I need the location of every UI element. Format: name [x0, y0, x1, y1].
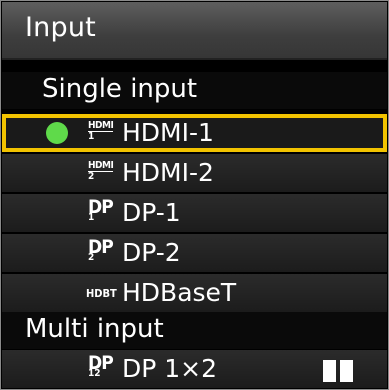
section-single-input: Single input [2, 72, 387, 109]
active-indicator-icon [46, 122, 68, 144]
input-label: DP 1×2 [122, 354, 218, 383]
input-item-hdbaset[interactable]: HDBT HDBaseT [2, 274, 387, 312]
input-label: HDMI-2 [122, 158, 214, 187]
input-item-hdmi-1[interactable]: HDMI 1 HDMI-1 [2, 114, 387, 152]
section-label: Multi input [25, 314, 164, 344]
input-label: HDMI-1 [122, 118, 214, 147]
input-item-hdmi-2[interactable]: HDMI 2 HDMI-2 [2, 154, 387, 192]
input-label: HDBaseT [122, 278, 237, 307]
hdbt-icon: HDBT [86, 287, 117, 300]
input-item-dp-1x2[interactable]: DP 12 DP 1×2 [2, 350, 387, 388]
input-menu: Input Single input HDMI 1 HDMI-1 HDMI 2 HD… [0, 0, 389, 390]
menu-title: Input [25, 12, 96, 43]
input-label: DP-1 [122, 198, 181, 227]
menu-title-bar: Input [2, 2, 387, 60]
section-multi-input: Multi input [2, 312, 387, 349]
section-label: Single input [42, 74, 198, 104]
input-item-dp-2[interactable]: DP 2 DP-2 [2, 234, 387, 272]
input-label: DP-2 [122, 238, 181, 267]
input-item-dp-1[interactable]: DP 1 DP-1 [2, 194, 387, 232]
split-screen-icon [323, 360, 353, 382]
